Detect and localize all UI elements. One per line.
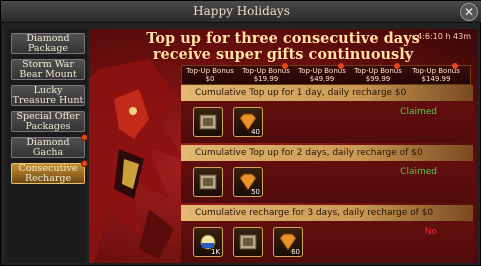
sidebar-item-label: Consecutive Recharge [18, 163, 78, 184]
notification-dot [338, 63, 344, 69]
task-status: No [424, 227, 437, 237]
close-icon: ✕ [463, 5, 475, 19]
title-bar: Happy Holidays ✕ [1, 1, 481, 23]
sidebar-item-special-offer-packages[interactable]: Special Offer Packages [11, 111, 85, 132]
event-timer: 4:6:10 h 43m [417, 32, 471, 41]
sidebar-item-label: Storm War Bear Mount [19, 59, 77, 80]
bonus-amount: $149.99 [421, 75, 451, 83]
bonus-tier[interactable]: Top-Up Bonus $99.99 [354, 63, 402, 83]
bonus-amount: $49.99 [309, 75, 335, 83]
notification-dot [81, 160, 88, 167]
notification-dot [394, 63, 400, 69]
headline-line-2: receive super gifts continuously [152, 46, 414, 63]
task-title: Cumulative Top up for 1 day, daily recha… [181, 85, 473, 101]
reward-slot[interactable] [233, 227, 263, 257]
reward-quantity: 1K [210, 248, 220, 256]
event-panel: Top up for three consecutive days receiv… [89, 29, 477, 263]
scroll-icon [199, 174, 217, 190]
reward-quantity: 60 [291, 248, 300, 256]
sidebar-item-label: Special Offer Packages [16, 111, 80, 132]
notification-dot [452, 63, 458, 69]
sidebar-item-lucky-treasure-hunt[interactable]: Lucky Treasure Hunt [11, 85, 85, 106]
window-title: Happy Holidays [193, 4, 290, 18]
event-window: Happy Holidays ✕ Diamond Package Storm W… [0, 0, 481, 266]
close-button[interactable]: ✕ [460, 3, 478, 21]
task-status: Claimed [400, 167, 437, 177]
bonus-tier[interactable]: Top-Up Bonus $49.99 [298, 63, 346, 83]
reward-slot[interactable] [193, 167, 223, 197]
sidebar-item-storm-war-bear-mount[interactable]: Storm War Bear Mount [11, 59, 85, 80]
recharge-task: Cumulative Top up for 1 day, daily recha… [181, 85, 473, 143]
reward-quantity: 40 [251, 128, 260, 136]
task-status: Claimed [400, 107, 437, 117]
scroll-icon [239, 234, 257, 250]
bonus-progress-bar: Top-Up Bonus $0 Top-Up Bonus $19.99 Top-… [181, 63, 471, 85]
dragon-warrior-art [89, 59, 184, 263]
bonus-tier[interactable]: Top-Up Bonus $0 [186, 67, 234, 83]
sidebar-item-consecutive-recharge[interactable]: Consecutive Recharge [11, 160, 88, 184]
recharge-task: Cumulative Top up for 2 days, daily rech… [181, 145, 473, 203]
bonus-amount: $19.99 [253, 75, 279, 83]
bonus-tier[interactable]: Top-Up Bonus $149.99 [412, 63, 460, 83]
bonus-amount: $0 [205, 75, 215, 83]
reward-slot[interactable]: 1K [193, 227, 223, 257]
bonus-label: Top-Up Bonus [186, 67, 234, 75]
reward-quantity: 50 [251, 188, 260, 196]
sidebar-item-label: Diamond Package [26, 33, 70, 54]
bonus-tier[interactable]: Top-Up Bonus $19.99 [242, 63, 290, 83]
reward-slot[interactable] [193, 107, 223, 137]
sidebar-item-label: Diamond Gacha [26, 137, 70, 158]
task-title: Cumulative recharge for 3 days, daily re… [181, 205, 473, 221]
task-title: Cumulative Top up for 2 days, daily rech… [181, 145, 473, 161]
reward-slot[interactable]: 50 [233, 167, 263, 197]
sidebar-item-label: Lucky Treasure Hunt [12, 85, 84, 106]
bonus-amount: $99.99 [365, 75, 391, 83]
sidebar-item-diamond-gacha[interactable]: Diamond Gacha [11, 134, 88, 158]
sidebar-item-diamond-package[interactable]: Diamond Package [11, 33, 85, 54]
reward-slot[interactable]: 40 [233, 107, 263, 137]
sidebar: Diamond Package Storm War Bear Mount Luc… [7, 29, 88, 263]
notification-dot [81, 134, 88, 141]
reward-slot[interactable]: 60 [273, 227, 303, 257]
recharge-task: Cumulative recharge for 3 days, daily re… [181, 205, 473, 263]
notification-dot [282, 63, 288, 69]
scroll-icon [199, 114, 217, 130]
